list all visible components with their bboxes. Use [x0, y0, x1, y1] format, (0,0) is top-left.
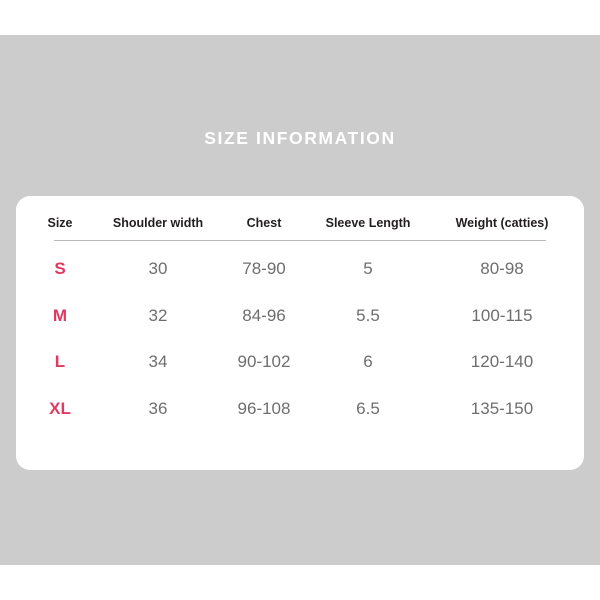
cell-sleeve: 6	[363, 352, 373, 372]
cell-chest: 90-102	[237, 352, 291, 372]
cell-shoulder: 34	[148, 352, 168, 372]
cell-sleeve: 5	[363, 259, 373, 279]
table-body: S 30 78-90 5 80-98 M 32 84-96 5.5 100-11…	[16, 246, 584, 432]
cell-sleeve: 5.5	[356, 305, 380, 325]
cell-shoulder: 32	[148, 305, 168, 325]
cell-size: XL	[49, 398, 71, 418]
table-row: M 32 84-96 5.5 100-115	[16, 293, 584, 340]
column-header-shoulder: Shoulder width	[112, 216, 204, 230]
cell-shoulder: 30	[148, 259, 168, 279]
cell-size: S	[54, 259, 66, 279]
column-header-chest: Chest	[246, 216, 282, 230]
cell-weight: 100-115	[471, 305, 533, 325]
cell-size: M	[52, 305, 68, 325]
column-header-sleeve: Sleeve Length	[325, 216, 411, 230]
table-row: L 34 90-102 6 120-140	[16, 339, 584, 386]
size-table-card: Size Shoulder width Chest Sleeve Length …	[16, 196, 584, 470]
cell-chest: 78-90	[242, 259, 286, 279]
table-header-row: Size Shoulder width Chest Sleeve Length …	[16, 196, 584, 246]
size-information-page: SIZE INFORMATION Size Shoulder width Che…	[0, 0, 600, 600]
page-title: SIZE INFORMATION	[204, 128, 396, 148]
cell-weight: 120-140	[470, 352, 534, 372]
column-header-size: Size	[47, 216, 73, 230]
size-table: Size Shoulder width Chest Sleeve Length …	[16, 196, 584, 432]
cell-chest: 84-96	[242, 305, 286, 325]
cell-chest: 96-108	[237, 398, 291, 418]
table-header: Size Shoulder width Chest Sleeve Length …	[16, 196, 584, 246]
column-header-weight: Weight (catties)	[455, 216, 549, 230]
cell-shoulder: 36	[148, 398, 168, 418]
cell-size: L	[54, 352, 66, 372]
table-row: S 30 78-90 5 80-98	[16, 246, 584, 293]
table-row: XL 36 96-108 6.5 135-150	[16, 386, 584, 433]
cell-sleeve: 6.5	[356, 398, 380, 418]
cell-weight: 80-98	[480, 259, 524, 279]
cell-weight: 135-150	[470, 398, 534, 418]
